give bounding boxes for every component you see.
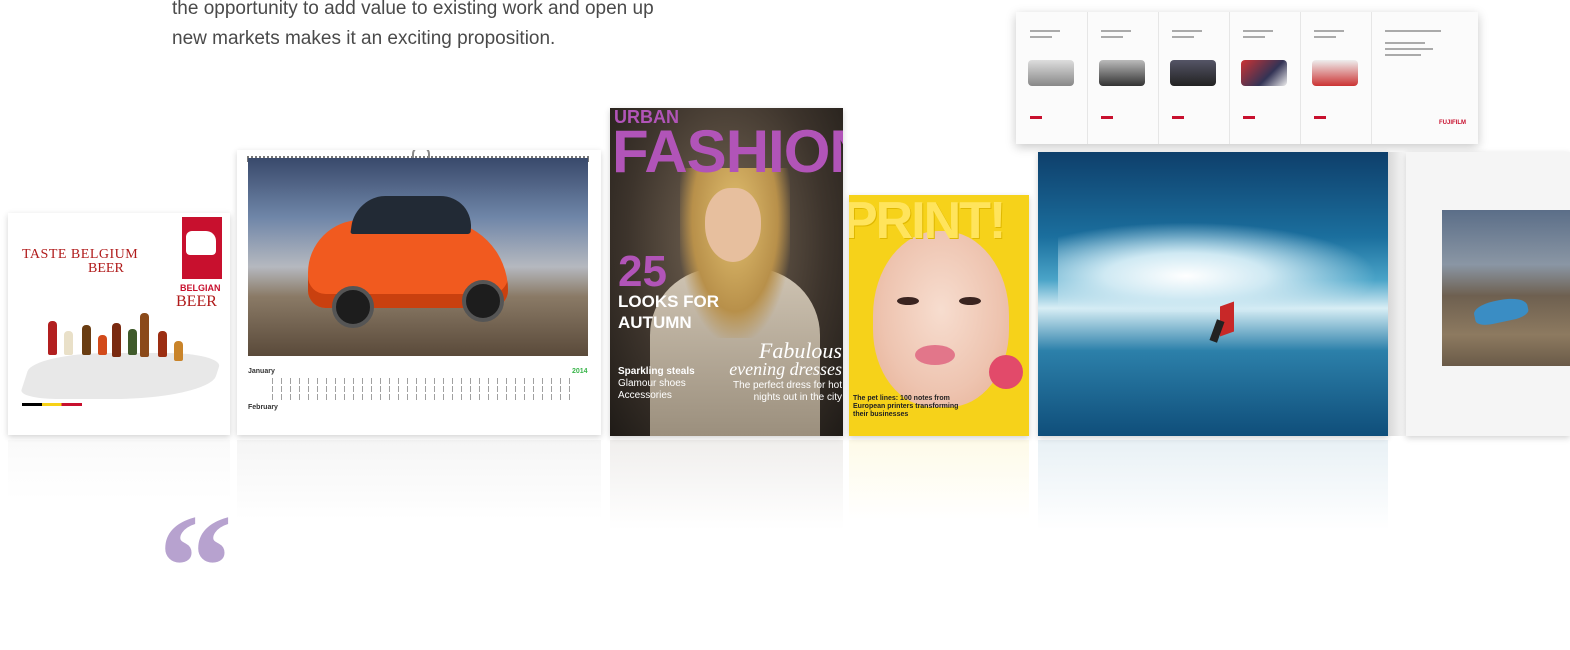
reflection xyxy=(610,440,843,530)
cover-lips xyxy=(915,345,955,365)
cover-face xyxy=(873,231,1009,407)
cover-headline: LOOKS FOR AUTUMN xyxy=(618,292,720,332)
badge-label: BELGIAN xyxy=(180,283,221,293)
calendar-month: January xyxy=(248,368,275,375)
cover-number: 25 xyxy=(618,247,667,296)
reflection xyxy=(1038,440,1388,530)
print-magazine-cover: PRINT! The pet lines: 100 notes from Eur… xyxy=(849,195,1029,436)
fashion-magazine-cover: URBAN FASHION 25 LOOKS FOR AUTUMN Fabulo… xyxy=(610,108,843,436)
calendar-month-next: February xyxy=(248,404,278,411)
intro-paragraph: the opportunity to add value to existing… xyxy=(172,0,992,54)
feature-headline-2: evening dresses xyxy=(729,359,842,379)
intro-line-2: new markets makes it an exciting proposi… xyxy=(172,28,556,49)
calendar-year: 2014 xyxy=(572,368,588,375)
map-shape xyxy=(18,353,224,399)
flag-stripe xyxy=(22,403,82,406)
wave-crest xyxy=(1058,222,1378,312)
windsurfer-sail xyxy=(1220,301,1234,337)
product-brochure-image: FUJIFILM xyxy=(1016,12,1478,144)
brochure-panel xyxy=(1087,12,1159,144)
brochure-panel xyxy=(1300,12,1372,144)
brochure-panel xyxy=(1229,12,1301,144)
quote-mark-icon: “ xyxy=(158,484,233,650)
surf-wave-photo xyxy=(1038,152,1388,436)
wall-calendar-image: January February 2014 xyxy=(237,150,601,435)
beer-brochure-image: TASTE BELGIUM BEER BELGIAN BEER xyxy=(8,213,230,435)
reflection xyxy=(849,440,1029,520)
feature-subtext: The perfect dress for hot nights out in … xyxy=(733,380,842,403)
badge-word: BEER xyxy=(176,293,217,310)
cover-badge xyxy=(989,355,1023,389)
side-coverlines: Sparkling steals Glamour shoes Accessori… xyxy=(618,366,695,401)
beer-title-sub: BEER xyxy=(88,261,124,276)
magazine-masthead: PRINT! xyxy=(849,195,1006,250)
landscape-brochure-image xyxy=(1406,152,1570,436)
brochure-panel xyxy=(1158,12,1230,144)
belgium-map-badge xyxy=(182,217,222,279)
brochure-brand-logo: FUJIFILM xyxy=(1439,120,1466,126)
cover-text: The pet lines: 100 notes from European p… xyxy=(853,395,959,418)
masthead: FASHION xyxy=(612,118,843,185)
intro-line-1: the opportunity to add value to existing… xyxy=(172,0,654,19)
spread-gutter xyxy=(1388,152,1406,436)
landscape-photo xyxy=(1442,210,1570,366)
car-photo xyxy=(248,158,588,356)
brochure-panel xyxy=(1016,12,1088,144)
reflection xyxy=(237,440,601,520)
model-face xyxy=(705,188,761,262)
